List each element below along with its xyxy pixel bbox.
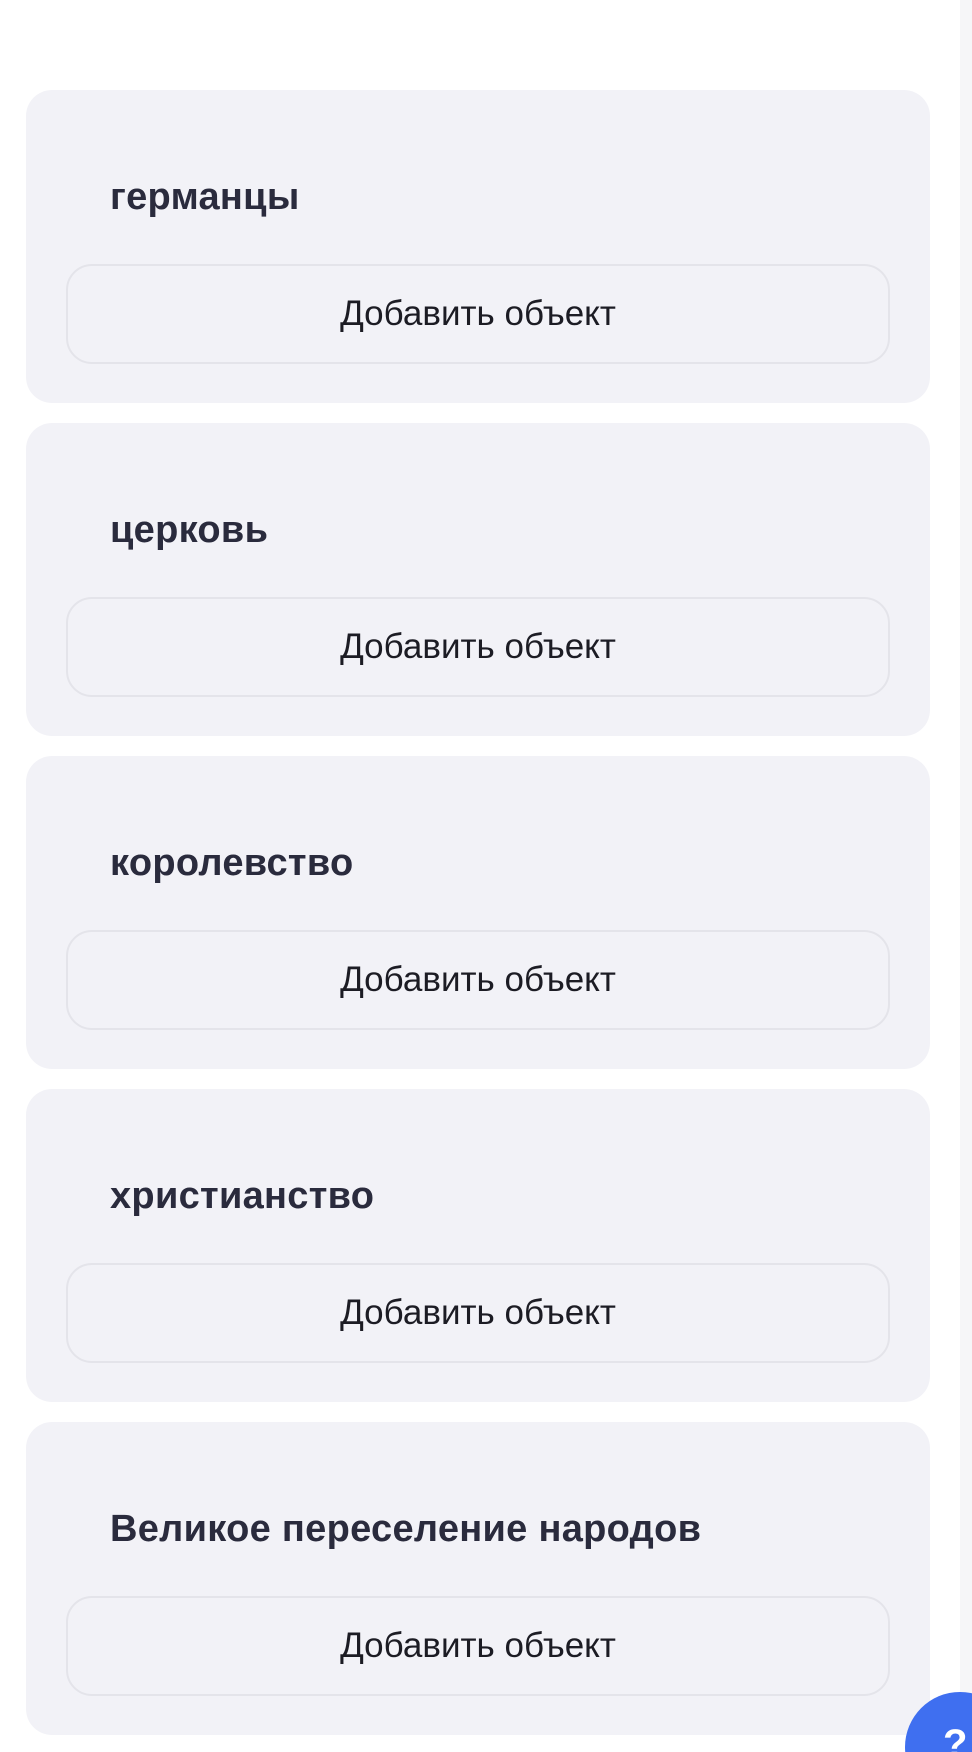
category-card-germans: германцы Добавить объект <box>26 90 930 403</box>
category-title: германцы <box>110 176 300 218</box>
scrollbar-track[interactable] <box>960 0 972 1752</box>
category-card-list: германцы Добавить объект церковь Добавит… <box>26 90 930 1752</box>
category-title: церковь <box>110 509 269 551</box>
category-title: Великое переселение народов <box>110 1508 702 1550</box>
page: германцы Добавить объект церковь Добавит… <box>0 0 972 1752</box>
add-object-button[interactable]: Добавить объект <box>66 930 890 1030</box>
category-card-christianity: христианство Добавить объект <box>26 1089 930 1402</box>
category-card-migration-period: Великое переселение народов Добавить объ… <box>26 1422 930 1735</box>
add-object-button[interactable]: Добавить объект <box>66 1596 890 1696</box>
category-card-kingdom: королевство Добавить объект <box>26 756 930 1069</box>
question-mark-icon: ? <box>943 1722 968 1752</box>
category-title: христианство <box>110 1175 375 1217</box>
add-object-button[interactable]: Добавить объект <box>66 597 890 697</box>
category-card-church: церковь Добавить объект <box>26 423 930 736</box>
add-object-button[interactable]: Добавить объект <box>66 264 890 364</box>
add-object-button[interactable]: Добавить объект <box>66 1263 890 1363</box>
category-title: королевство <box>110 842 354 884</box>
